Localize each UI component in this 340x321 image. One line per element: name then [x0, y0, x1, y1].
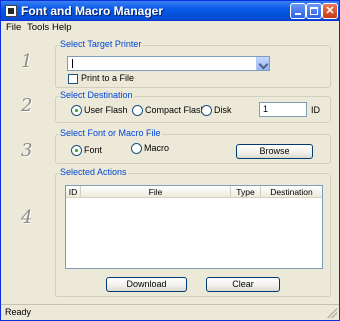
close-button[interactable]: ✕	[322, 3, 338, 19]
radio-user-flash[interactable]	[71, 105, 82, 116]
step-number-1: 1	[21, 51, 33, 72]
step-number-2: 2	[21, 95, 33, 116]
browse-button[interactable]: Browse	[236, 144, 313, 159]
radio-macro-label: Macro	[144, 143, 170, 153]
app-icon	[5, 5, 17, 17]
printer-select[interactable]	[67, 56, 270, 71]
id-input[interactable]: 1	[259, 102, 307, 117]
minimize-button[interactable]	[290, 3, 306, 19]
radio-disk-label: Disk	[214, 105, 232, 115]
maximize-button[interactable]	[306, 3, 322, 19]
text-caret	[72, 59, 73, 68]
column-header-destination[interactable]: Destination	[261, 186, 322, 198]
radio-disk[interactable]	[201, 105, 212, 116]
download-button[interactable]: Download	[106, 277, 187, 292]
radio-font[interactable]	[71, 145, 82, 156]
radio-selected-dot	[75, 149, 78, 152]
print-to-file-checkbox[interactable]	[68, 74, 78, 84]
maximize-icon	[310, 7, 318, 15]
status-bar: Ready	[1, 304, 339, 320]
radio-selected-dot	[75, 109, 78, 112]
file-type-group: Select Font or Macro File Font Macro Bro…	[55, 128, 331, 164]
minimize-icon	[295, 13, 301, 15]
list-header: ID File Type Destination	[66, 186, 322, 198]
column-header-id[interactable]: ID	[66, 186, 81, 198]
menu-file[interactable]: File	[6, 22, 21, 33]
radio-compact-flash[interactable]	[132, 105, 143, 116]
menu-bar: File Tools Help	[1, 21, 339, 35]
printer-group-label: Select Target Printer	[59, 39, 143, 49]
radio-font-label: Font	[84, 145, 103, 155]
chevron-down-icon[interactable]	[256, 57, 269, 70]
title-bar[interactable]: Font and Macro Manager ✕	[1, 1, 339, 21]
status-text: Ready	[5, 307, 32, 317]
actions-group-label: Selected Actions	[59, 167, 128, 177]
file-type-group-label: Select Font or Macro File	[59, 128, 162, 138]
actions-list[interactable]: ID File Type Destination	[65, 185, 323, 269]
app-window: Font and Macro Manager ✕ File Tools Help…	[0, 0, 340, 321]
destination-group-label: Select Destination	[59, 90, 134, 100]
column-header-type[interactable]: Type	[231, 186, 261, 198]
resize-grip-icon[interactable]	[327, 308, 337, 318]
menu-tools[interactable]: Tools	[27, 22, 49, 33]
step-number-3: 3	[21, 140, 33, 161]
id-label: ID	[311, 105, 320, 115]
print-to-file-label: Print to a File	[81, 73, 135, 83]
printer-group: Select Target Printer Print to a File	[55, 39, 331, 88]
actions-group: Selected Actions ID File Type Destinatio…	[55, 167, 331, 297]
column-header-file[interactable]: File	[81, 186, 231, 198]
radio-user-flash-label: User Flash	[84, 105, 128, 115]
radio-compact-flash-label: Compact Flash	[145, 105, 206, 115]
window-title: Font and Macro Manager	[21, 4, 164, 18]
step-number-4: 4	[21, 207, 33, 228]
close-icon: ✕	[325, 5, 335, 17]
menu-help[interactable]: Help	[52, 22, 72, 33]
destination-group: Select Destination User Flash Compact Fl…	[55, 90, 331, 123]
clear-button[interactable]: Clear	[206, 277, 280, 292]
radio-macro[interactable]	[131, 143, 142, 154]
